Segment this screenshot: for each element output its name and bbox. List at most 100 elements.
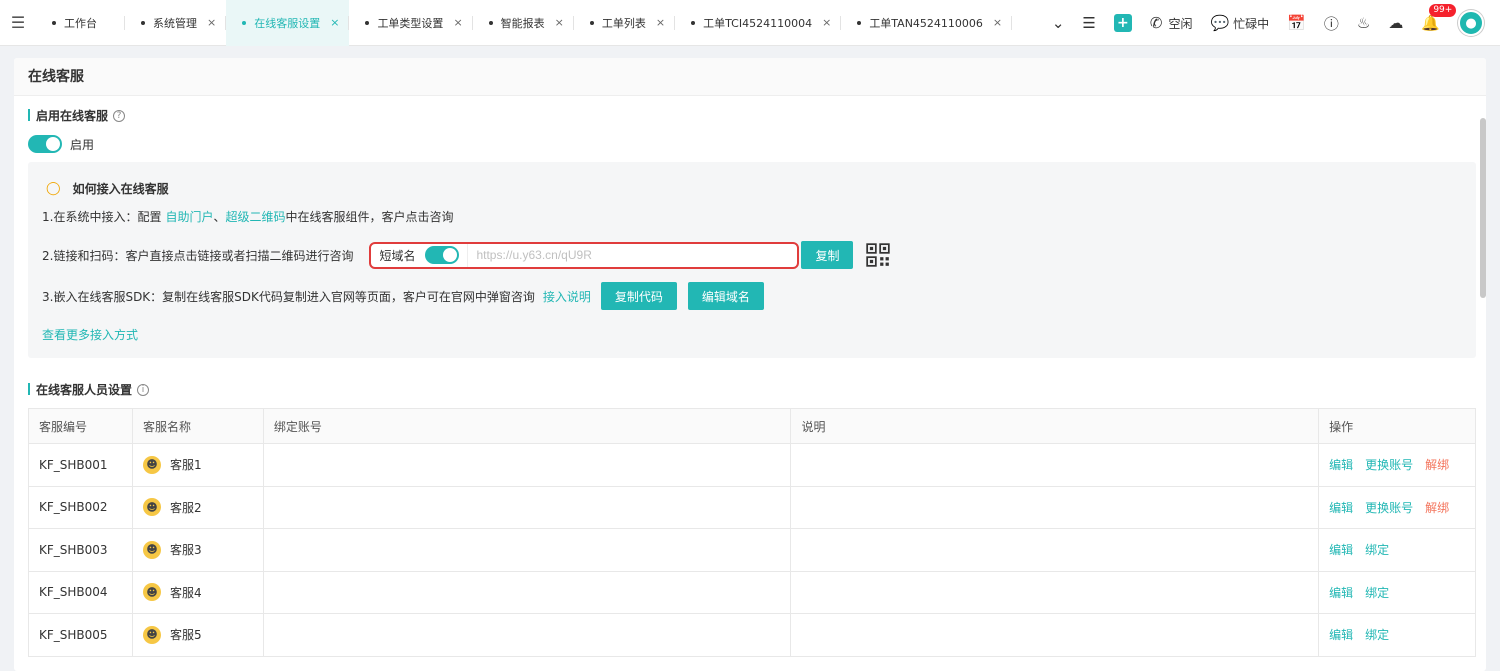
close-icon[interactable]: × [555, 16, 564, 29]
tab-label: 工单列表 [601, 16, 646, 30]
table-row: KF_SHB005 ☻ 客服5 编辑 绑定 [29, 614, 1476, 657]
tab-0[interactable]: 工作台 [36, 0, 125, 46]
tab-3[interactable]: 工单类型设置 × [349, 0, 473, 46]
status-busy-button[interactable]: 💬 忙碌中 [1210, 14, 1269, 32]
tab-label: 在线客服设置 [254, 16, 321, 30]
super-qrcode-link[interactable]: 超级二维码 [225, 208, 285, 225]
section-title-enable: 启用在线客服 ? [28, 107, 126, 124]
copy-code-button[interactable]: 复制代码 [600, 282, 677, 310]
action-link[interactable]: 编辑 [1329, 499, 1353, 516]
plus-icon: + [1113, 14, 1132, 32]
agent-avatar-icon: ☻ [142, 455, 161, 474]
page-title: 在线客服 [14, 58, 1486, 96]
self-service-portal-link[interactable]: 自助门户 [165, 208, 213, 225]
tab-4[interactable]: 智能报表 × [473, 0, 575, 46]
guide-line-3-text: 3.嵌入在线客服SDK：复制在线客服SDK代码复制进入官网等页面，客户可在官网中… [42, 289, 535, 304]
enable-switch-label: 启用 [70, 137, 95, 152]
guide-title-label: 如何接入在线客服 [72, 182, 169, 196]
copy-link-button[interactable]: 复制 [801, 241, 854, 269]
section-title-enable-label: 启用在线客服 [36, 109, 109, 123]
close-icon[interactable]: × [822, 16, 831, 29]
tab-1[interactable]: 系统管理 × [125, 0, 227, 46]
action-link[interactable]: 解绑 [1425, 499, 1449, 516]
action-link[interactable]: 解绑 [1425, 456, 1449, 473]
action-link[interactable]: 编辑 [1329, 584, 1353, 601]
chat-icon: 💬 [1210, 14, 1230, 32]
cloud-upload-icon[interactable]: ☁ [1388, 14, 1403, 32]
notification-bell-icon[interactable]: 🔔 99+ [1421, 4, 1457, 32]
close-icon[interactable]: × [207, 16, 216, 29]
close-icon[interactable]: × [453, 16, 462, 29]
tab-label: 智能报表 [500, 16, 545, 30]
more-access-methods-link[interactable]: 查看更多接入方式 [42, 326, 138, 343]
table-header-row: 客服编号 客服名称 绑定账号 说明 操作 [29, 409, 1476, 444]
guide-line-1-separator: 、 [213, 210, 226, 224]
flame-icon[interactable]: ♨ [1357, 14, 1370, 32]
agent-id-cell: KF_SHB005 [29, 614, 133, 656]
agent-id-cell: KF_SHB002 [29, 486, 133, 528]
agent-name-cell: ☻ 客服1 [133, 444, 264, 486]
help-icon[interactable]: ? [113, 109, 126, 122]
action-link[interactable]: 更换账号 [1365, 456, 1413, 473]
action-link[interactable]: 编辑 [1329, 456, 1353, 473]
edit-domain-button[interactable]: 编辑域名 [687, 282, 764, 310]
tab-dot-icon [141, 20, 145, 25]
actions-cell: 编辑 绑定 [1319, 571, 1476, 613]
tab-2[interactable]: 在线客服设置 × [226, 0, 350, 46]
action-link[interactable]: 绑定 [1365, 584, 1389, 601]
calendar-icon[interactable]: 📅 [1287, 14, 1306, 32]
column-header: 说明 [791, 409, 1320, 443]
tab-dot-icon [365, 20, 370, 25]
action-link[interactable]: 绑定 [1365, 541, 1389, 558]
note-cell [791, 444, 1320, 486]
status-idle-label: 空闲 [1168, 16, 1193, 31]
note-cell [791, 614, 1320, 656]
tab-dot-icon [242, 20, 247, 25]
agent-name-cell: ☻ 客服4 [133, 571, 264, 613]
guide-title: ◯ 如何接入在线客服 [46, 180, 169, 197]
actions-cell: 编辑 绑定 [1319, 529, 1476, 571]
action-link[interactable]: 绑定 [1365, 626, 1389, 643]
top-right-toolbar: ⌄ ☰ + ✆ 空闲 💬 忙碌中 📅 ⓘ ♨ ☁ 🔔 99+ ● [1043, 0, 1500, 46]
agent-name-cell: ☻ 客服5 [133, 614, 264, 656]
tab-bar: 工作台 系统管理 × 在线客服设置 × 工单类型设置 × 智能报表 × 工单列表 × 工单TCI452… [36, 0, 1036, 46]
tab-label: 工单类型设置 [377, 16, 444, 30]
close-icon[interactable]: × [993, 16, 1002, 29]
action-link[interactable]: 更换账号 [1365, 499, 1413, 516]
chevron-down-icon[interactable]: ⌄ [1052, 14, 1065, 32]
guide-box: ◯ 如何接入在线客服 1.在系统中接入：配置 自助门户 、 超级二维码 中在线客… [28, 162, 1476, 358]
section-title-agents: 在线客服人员设置 i [28, 381, 150, 398]
column-header: 操作 [1319, 409, 1476, 443]
menu-list-icon[interactable]: ☰ [1082, 14, 1095, 32]
table-row: KF_SHB004 ☻ 客服4 编辑 绑定 [29, 571, 1476, 614]
user-avatar[interactable]: ● [1458, 10, 1484, 36]
short-domain-switch[interactable] [425, 246, 460, 264]
column-header: 客服编号 [29, 409, 133, 443]
tab-dot-icon [691, 20, 696, 25]
note-cell [791, 486, 1320, 528]
status-idle-button[interactable]: ✆ 空闲 [1150, 14, 1193, 32]
agent-avatar-icon: ☻ [142, 583, 161, 602]
qrcode-icon[interactable] [865, 242, 891, 268]
vertical-scrollbar[interactable] [1480, 118, 1486, 298]
action-link[interactable]: 编辑 [1329, 626, 1353, 643]
bound-account-cell [264, 614, 792, 656]
tab-6[interactable]: 工单TCI4524110004 × [675, 0, 842, 46]
table-row: KF_SHB002 ☻ 客服2 编辑 更换账号 解绑 [29, 486, 1476, 529]
agent-avatar-icon: ☻ [142, 498, 161, 517]
enable-switch[interactable] [28, 135, 62, 153]
tab-5[interactable]: 工单列表 × [574, 0, 676, 46]
integration-guide-link[interactable]: 接入说明 [543, 288, 591, 305]
agent-id-cell: KF_SHB001 [29, 444, 133, 486]
menu-toggle-icon[interactable]: ☰ [0, 0, 36, 46]
short-link-input[interactable] [467, 243, 798, 267]
tab-dot-icon [857, 20, 862, 25]
action-link[interactable]: 编辑 [1329, 541, 1353, 558]
tab-7[interactable]: 工单TAN4524110006 × [841, 0, 1012, 46]
add-button[interactable]: + [1113, 14, 1132, 32]
info-icon[interactable]: i [137, 383, 150, 396]
help-circle-icon[interactable]: ⓘ [1324, 13, 1339, 34]
close-icon[interactable]: × [330, 16, 339, 29]
actions-cell: 编辑 更换账号 解绑 [1319, 486, 1476, 528]
close-icon[interactable]: × [656, 16, 665, 29]
